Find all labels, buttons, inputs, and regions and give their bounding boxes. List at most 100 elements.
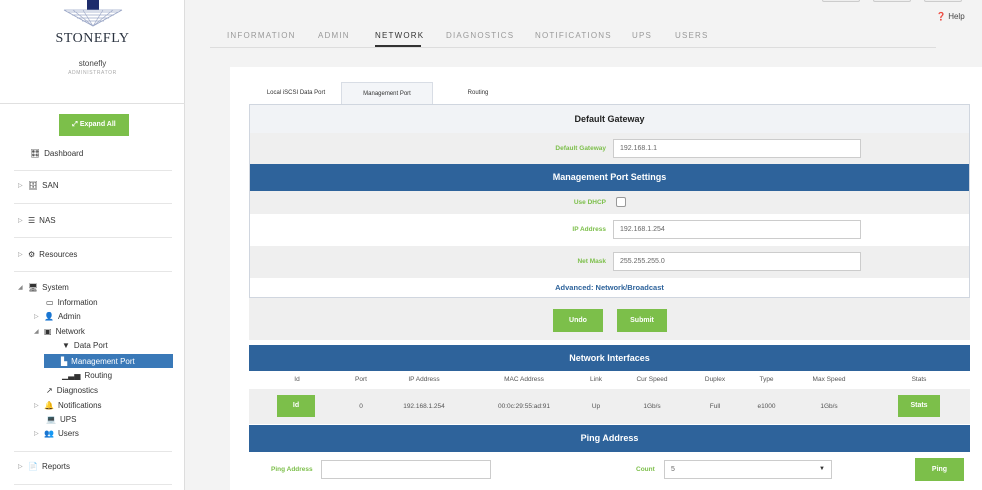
sidebar-item-admin[interactable]: ▷ 👤 Admin: [34, 312, 174, 321]
filter-icon: ▼: [62, 341, 70, 350]
ip-row: IP Address 192.168.1.254: [250, 214, 969, 246]
tab-admin[interactable]: ADMIN: [318, 31, 350, 40]
cell-type: e1000: [757, 403, 776, 410]
main-tabs: INFORMATION ADMIN NETWORK DIAGNOSTICS NO…: [210, 26, 936, 48]
subtab-management-port[interactable]: Management Port: [341, 82, 433, 104]
chart-icon: ▙: [61, 356, 68, 366]
bell-icon: 🔔: [44, 401, 54, 410]
col-duplex: Duplex: [704, 376, 726, 383]
help-link[interactable]: ❓ Help: [936, 12, 965, 21]
top-button[interactable]: [873, 0, 911, 2]
ip-input[interactable]: 192.168.1.254: [613, 220, 861, 239]
col-port: Port: [355, 376, 367, 383]
external-link-icon: ↗: [46, 386, 53, 395]
mask-input[interactable]: 255.255.255.0: [613, 252, 861, 271]
sidebar-item-information[interactable]: ▭ Information: [46, 298, 176, 307]
tab-diagnostics[interactable]: DIAGNOSTICS: [446, 31, 514, 40]
sidebar-item-san[interactable]: ▷ 🗄 SAN: [18, 181, 178, 190]
caret-down-icon: ◢: [18, 285, 23, 291]
count-value: 5: [671, 466, 675, 473]
table-row: Id 0 192.168.1.254 00:0c:29:55:ad:91 Up …: [249, 389, 970, 424]
col-mac: MAC Address: [504, 376, 544, 383]
sidebar-item-management-port[interactable]: ▙ Management Port: [44, 354, 173, 368]
subtab-local-iscsi[interactable]: Local iSCSI Data Port: [256, 82, 336, 104]
network-icon: ▣: [44, 327, 52, 336]
interface-id-button[interactable]: Id: [277, 395, 315, 417]
signal-icon: ▁▃▅: [62, 371, 81, 380]
stats-button[interactable]: Stats: [898, 395, 940, 417]
cell-duplex: Full: [709, 403, 721, 410]
dhcp-label: Use DHCP: [573, 199, 606, 206]
brand-name: STONEFLY: [55, 31, 130, 46]
col-id: Id: [294, 376, 300, 383]
sidebar-item-data-port[interactable]: ▼ Data Port: [62, 341, 172, 350]
cell-cur-speed: 1Gb/s: [643, 403, 661, 410]
ping-address-input[interactable]: [321, 460, 491, 479]
dhcp-checkbox[interactable]: [616, 197, 626, 207]
tab-ups[interactable]: UPS: [632, 31, 652, 40]
divider: [14, 451, 172, 452]
ping-header: Ping Address: [249, 425, 970, 452]
gateway-row: Default Gateway 192.168.1.1: [250, 133, 969, 164]
cell-port: 0: [359, 403, 363, 410]
divider: [14, 271, 172, 272]
mask-row: Net Mask 255.255.255.0: [250, 246, 969, 278]
sidebar-item-users[interactable]: ▷ 👥 Users: [34, 429, 174, 438]
laptop-icon: 💻: [46, 415, 56, 424]
count-select[interactable]: 5 ▼: [664, 460, 832, 479]
sidebar-item-resources[interactable]: ▷ ⚙ Resources: [18, 250, 178, 259]
document-icon: 📄: [28, 462, 38, 471]
sidebar-item-routing[interactable]: ▁▃▅ Routing: [62, 371, 172, 380]
users-icon: 👥: [44, 429, 54, 438]
top-button[interactable]: [924, 0, 962, 2]
interfaces-table-header: Id Port IP Address MAC Address Link Cur …: [249, 371, 970, 389]
dhcp-row: Use DHCP: [250, 191, 969, 214]
sidebar-item-reports[interactable]: ▷ 📄 Reports: [18, 462, 178, 471]
ip-label: IP Address: [572, 226, 606, 233]
submit-button[interactable]: Submit: [617, 309, 667, 332]
sidebar-item-ups[interactable]: 💻 UPS: [46, 415, 176, 424]
sidebar-item-network[interactable]: ◢ ▣ Network: [34, 327, 174, 336]
sidebar-item-notifications[interactable]: ▷ 🔔 Notifications: [34, 401, 174, 410]
chevron-down-icon: ▼: [819, 466, 825, 472]
sidebar-item-nas[interactable]: ▷ ☰ NAS: [18, 216, 178, 225]
cell-link: Up: [591, 403, 601, 410]
subtab-routing[interactable]: Routing: [447, 82, 509, 104]
sidebar: STONEFLY stonefly ADMINISTRATOR ⤢ Expand…: [0, 0, 185, 490]
mask-label: Net Mask: [577, 258, 606, 265]
col-ip: IP Address: [408, 376, 440, 383]
top-button[interactable]: [822, 0, 860, 2]
dashboard-icon: 🎛: [30, 149, 41, 158]
caret-right-icon: ▷: [34, 431, 39, 437]
caret-right-icon: ▷: [18, 464, 23, 470]
mgmt-header: Management Port Settings: [250, 164, 969, 191]
database-icon: 🗄: [28, 181, 39, 190]
tab-information[interactable]: INFORMATION: [227, 31, 296, 40]
expand-icon: ⤢: [72, 121, 80, 128]
advanced-link[interactable]: Advanced: Network/Broadcast: [250, 278, 969, 297]
col-type: Type: [759, 376, 774, 383]
ping-row: Ping Address Count 5 ▼ Ping: [249, 452, 970, 490]
sidebar-item-system[interactable]: ◢ 🖥 System: [18, 283, 178, 292]
monitor-icon: ▭: [46, 298, 54, 307]
count-label: Count: [636, 466, 655, 473]
sidebar-item-dashboard[interactable]: 🎛 Dashboard: [30, 149, 180, 158]
sidebar-item-diagnostics[interactable]: ↗ Diagnostics: [46, 386, 176, 395]
col-cur-speed: Cur Speed: [636, 376, 668, 383]
tab-network[interactable]: NETWORK: [375, 31, 424, 40]
ping-address-label: Ping Address: [271, 466, 313, 473]
ping-button[interactable]: Ping: [915, 458, 964, 481]
gateway-label: Default Gateway: [555, 145, 606, 152]
logo-area: STONEFLY stonefly ADMINISTRATOR: [0, 0, 185, 104]
col-max-speed: Max Speed: [812, 376, 846, 383]
expand-all-button[interactable]: ⤢ Expand All: [59, 114, 129, 136]
caret-right-icon: ▷: [18, 218, 23, 224]
user-name: stonefly: [78, 59, 107, 68]
gateway-header: Default Gateway: [250, 105, 969, 133]
tab-users[interactable]: USERS: [675, 31, 709, 40]
col-stats: Stats: [911, 376, 927, 383]
tab-notifications[interactable]: NOTIFICATIONS: [535, 31, 612, 40]
gateway-input[interactable]: 192.168.1.1: [613, 139, 861, 158]
undo-button[interactable]: Undo: [553, 309, 603, 332]
divider: [14, 203, 172, 204]
